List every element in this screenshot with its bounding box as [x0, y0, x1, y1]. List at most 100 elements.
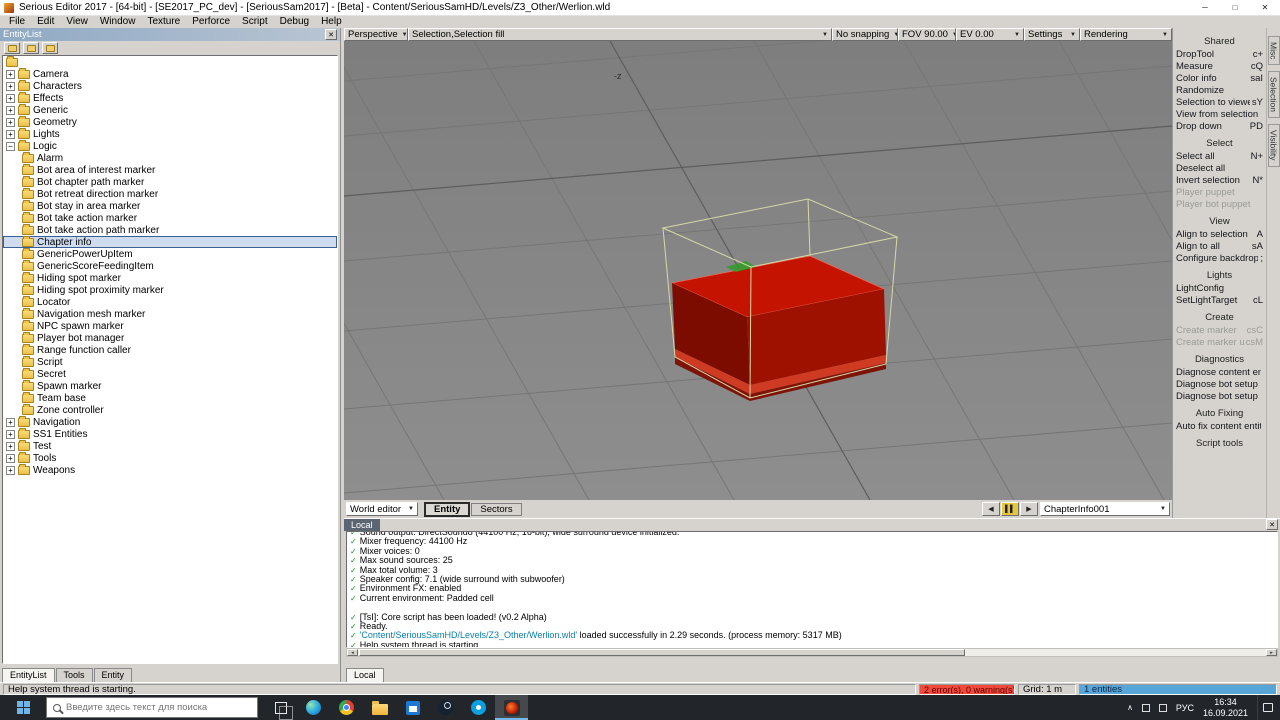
tree-item-ss1-entities[interactable]: + SS1 Entities [3, 427, 337, 440]
scroll-right-icon[interactable]: ▸ [1266, 649, 1277, 656]
tree-item-logic[interactable]: − Logic [3, 139, 337, 152]
notification-center-button[interactable] [1257, 695, 1277, 720]
tree-item-hiding-spot-proximity-marker[interactable]: Hiding spot proximity marker [3, 283, 337, 296]
menu-script[interactable]: Script [236, 16, 274, 28]
shading-dropdown[interactable]: Selection,Selection fill ▼ [408, 28, 832, 41]
new-folder-button[interactable] [23, 42, 39, 54]
menu-texture[interactable]: Texture [141, 16, 186, 28]
start-button[interactable] [0, 695, 46, 720]
entity-tree[interactable]: + Camera + Characters + Effects + Generic + Geome… [2, 55, 338, 664]
explorer-icon[interactable] [363, 695, 396, 720]
tree-item-bot-stay-in-area-marker[interactable]: Bot stay in area marker [3, 199, 337, 212]
side-tab-visibility[interactable]: Visibility [1267, 124, 1280, 167]
tree-item-lights[interactable]: + Lights [3, 127, 337, 140]
tree-item-script[interactable]: Script [3, 355, 337, 368]
scrollbar-thumb[interactable] [359, 649, 965, 656]
command-align-to-selection[interactable]: Align to selection A [1173, 228, 1266, 240]
tree-item-npc-spawn-marker[interactable]: NPC spawn marker [3, 319, 337, 332]
command-view-from-selection[interactable]: View from selection [1173, 108, 1266, 120]
skype-icon[interactable] [462, 695, 495, 720]
search-input[interactable] [66, 702, 236, 713]
minimize-button[interactable]: ─ [1190, 0, 1220, 16]
tree-item-test[interactable]: + Test [3, 439, 337, 452]
tree-item-chapter-info[interactable]: Chapter info [3, 235, 337, 248]
command-align-to-all[interactable]: Align to all sA [1173, 240, 1266, 252]
tray-icon[interactable] [1141, 703, 1150, 712]
panel-tab-entity[interactable]: Entity [93, 668, 133, 682]
close-icon[interactable]: ✕ [325, 29, 337, 40]
maximize-button[interactable]: □ [1220, 0, 1250, 16]
tree-item-navigation-mesh-marker[interactable]: Navigation mesh marker [3, 307, 337, 320]
taskbar-search[interactable] [46, 697, 258, 718]
tree-item-alarm[interactable]: Alarm [3, 151, 337, 164]
tree-item-genericpowerupitem[interactable]: GenericPowerUpItem [3, 247, 337, 260]
serious-editor-icon[interactable] [495, 695, 528, 720]
tray-icon[interactable] [1158, 703, 1167, 712]
close-button[interactable]: ✕ [1250, 0, 1280, 16]
tree-item-zone-controller[interactable]: Zone controller [3, 403, 337, 416]
snapping-dropdown[interactable]: No snapping ▼ [832, 28, 898, 41]
list-view-button[interactable] [4, 42, 20, 54]
rewind-button[interactable]: ◀ [982, 502, 1000, 516]
tree-item-effects[interactable]: + Effects [3, 91, 337, 104]
command-deselect-all[interactable]: Deselect all [1173, 162, 1266, 174]
expand-icon[interactable]: + [6, 129, 15, 139]
menu-perforce[interactable]: Perforce [186, 16, 236, 28]
view-mode-dropdown[interactable]: Perspective ▼ [344, 28, 408, 41]
error-count-badge[interactable]: 2 error(s), 0 warning(s) [919, 683, 1015, 695]
close-icon[interactable]: ✕ [1266, 519, 1278, 530]
tree-item-bot-area-of-interest-marker[interactable]: Bot area of interest marker [3, 163, 337, 176]
tree-item-bot-take-action-marker[interactable]: Bot take action marker [3, 211, 337, 224]
menu-window[interactable]: Window [94, 16, 142, 28]
taskbar-clock[interactable]: 16:34 16.09.2021 [1203, 697, 1248, 718]
expand-icon[interactable]: + [6, 105, 15, 115]
command-color-info[interactable]: Color info saI [1173, 72, 1266, 84]
menu-file[interactable]: File [3, 16, 31, 28]
editor-mode-dropdown[interactable]: World editor ▼ [346, 502, 418, 516]
tree-item-characters[interactable]: + Characters [3, 79, 337, 92]
command-droptool[interactable]: DropTool c+ [1173, 48, 1266, 60]
command-setlighttarget[interactable]: SetLightTarget cL [1173, 294, 1266, 306]
expand-icon[interactable]: + [6, 81, 15, 91]
tree-item-weapons[interactable]: + Weapons [3, 463, 337, 476]
edge-icon[interactable] [297, 695, 330, 720]
tree-item-root[interactable] [3, 56, 337, 68]
tree-item-genericscorefeedingitem[interactable]: GenericScoreFeedingItem [3, 259, 337, 272]
selected-entity-dropdown[interactable]: ChapterInfo001 ▼ [1040, 502, 1170, 516]
command-diagnose-bot-setup-items[interactable]: Diagnose bot setup items [1173, 390, 1266, 402]
tree-item-range-function-caller[interactable]: Range function caller [3, 343, 337, 356]
console-scrollbar[interactable]: ◂ ▸ [346, 648, 1278, 657]
collapse-icon[interactable]: − [6, 141, 15, 151]
viewport-3d[interactable]: -z [344, 41, 1172, 500]
mode-tab-entity[interactable]: Entity [424, 501, 471, 517]
menu-view[interactable]: View [60, 16, 94, 28]
expand-icon[interactable]: + [6, 93, 15, 103]
fov-dropdown[interactable]: FOV 90.00 ▼ [898, 28, 956, 41]
play-button[interactable]: ▶ [1020, 502, 1038, 516]
selected-entity-box[interactable] [670, 255, 886, 401]
tree-item-generic[interactable]: + Generic [3, 103, 337, 116]
tree-item-team-base[interactable]: Team base [3, 391, 337, 404]
command-auto-fix-content-entities[interactable]: Auto fix content entities [1173, 420, 1266, 432]
expand-icon[interactable]: + [6, 117, 15, 127]
tree-item-hiding-spot-marker[interactable]: Hiding spot marker [3, 271, 337, 284]
rendering-dropdown[interactable]: Rendering ▼ [1080, 28, 1172, 41]
tree-item-locator[interactable]: Locator [3, 295, 337, 308]
command-diagnose-bot-setup-navigation[interactable]: Diagnose bot setup navigation [1173, 378, 1266, 390]
expand-icon[interactable]: + [6, 441, 15, 451]
store-icon[interactable] [396, 695, 429, 720]
command-configure-backdrop[interactable]: Configure backdrop; [1173, 252, 1266, 264]
tree-item-bot-take-action-path-marker[interactable]: Bot take action path marker [3, 223, 337, 236]
panel-tab-entitylist[interactable]: EntityList [2, 668, 55, 682]
side-tab-misc[interactable]: Misc [1267, 36, 1280, 66]
options-button[interactable] [42, 42, 58, 54]
pause-button[interactable]: ▌▌ [1001, 502, 1019, 516]
settings-dropdown[interactable]: Settings ▼ [1024, 28, 1080, 41]
tree-item-spawn-marker[interactable]: Spawn marker [3, 379, 337, 392]
scroll-left-icon[interactable]: ◂ [347, 649, 358, 656]
menu-debug[interactable]: Debug [274, 16, 315, 28]
language-indicator[interactable]: РУС [1176, 703, 1194, 713]
command-diagnose-content-entities[interactable]: Diagnose content entities [1173, 366, 1266, 378]
command-selection-to-viewer[interactable]: Selection to viewer sY [1173, 96, 1266, 108]
tree-item-camera[interactable]: + Camera [3, 67, 337, 80]
